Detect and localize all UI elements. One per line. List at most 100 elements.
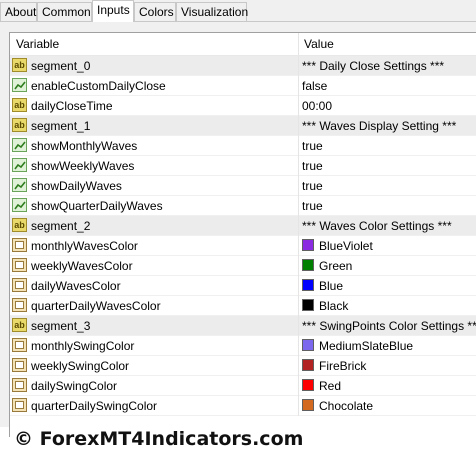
- column-divider: [298, 56, 299, 76]
- ab-icon: ab: [12, 98, 27, 112]
- column-divider: [298, 316, 299, 336]
- column-header-variable[interactable]: Variable: [16, 37, 59, 51]
- table-row[interactable]: ab segment_2 *** Waves Color Settings ***: [10, 216, 476, 236]
- row-value[interactable]: true: [302, 159, 323, 173]
- tab-inputs[interactable]: Inputs: [92, 0, 134, 22]
- color-icon: [12, 298, 27, 312]
- color-icon: [12, 378, 27, 392]
- column-divider: [298, 136, 299, 156]
- column-divider: [298, 336, 299, 356]
- column-divider: [298, 116, 299, 136]
- column-divider: [298, 76, 299, 96]
- color-icon: [12, 398, 27, 412]
- row-value[interactable]: false: [302, 79, 327, 93]
- row-variable-name: weeklyWavesColor: [31, 259, 133, 273]
- tab-bar: About Common Inputs Colors Visualization: [0, 0, 476, 22]
- row-value[interactable]: *** Waves Display Setting ***: [302, 119, 456, 133]
- row-variable-name: dailySwingColor: [31, 379, 118, 393]
- ab-icon: ab: [12, 318, 27, 332]
- row-value[interactable]: *** Waves Color Settings ***: [302, 219, 452, 233]
- color-swatch[interactable]: [302, 379, 314, 391]
- column-divider: [298, 96, 299, 116]
- row-variable-name: showWeeklyWaves: [31, 159, 135, 173]
- watermark: © ForexMT4Indicators.com: [14, 428, 304, 450]
- row-variable-name: showQuarterDailyWaves: [31, 199, 163, 213]
- table-header: Variable Value: [10, 33, 476, 56]
- row-value[interactable]: Red: [319, 379, 341, 393]
- table-row[interactable]: enableCustomDailyClose false: [10, 76, 476, 96]
- column-separator[interactable]: [298, 33, 299, 55]
- row-variable-name: monthlyWavesColor: [31, 239, 138, 253]
- bool-icon: [12, 158, 27, 172]
- column-divider: [298, 356, 299, 376]
- row-value[interactable]: *** SwingPoints Color Settings ***: [302, 319, 476, 333]
- row-value[interactable]: BlueViolet: [319, 239, 373, 253]
- color-icon: [12, 258, 27, 272]
- column-divider: [298, 236, 299, 256]
- row-value[interactable]: FireBrick: [319, 359, 366, 373]
- row-variable-name: enableCustomDailyClose: [31, 79, 166, 93]
- color-swatch[interactable]: [302, 239, 314, 251]
- table-row[interactable]: showDailyWaves true: [10, 176, 476, 196]
- row-value[interactable]: true: [302, 199, 323, 213]
- tab-about[interactable]: About: [0, 2, 37, 21]
- ab-icon: ab: [12, 218, 27, 232]
- bool-icon: [12, 138, 27, 152]
- column-divider: [298, 296, 299, 316]
- table-row[interactable]: monthlyWavesColor BlueViolet: [10, 236, 476, 256]
- row-value[interactable]: true: [302, 139, 323, 153]
- ab-icon: ab: [12, 118, 27, 132]
- color-swatch[interactable]: [302, 259, 314, 271]
- table-row[interactable]: showQuarterDailyWaves true: [10, 196, 476, 216]
- row-value[interactable]: Blue: [319, 279, 343, 293]
- bool-icon: [12, 178, 27, 192]
- color-swatch[interactable]: [302, 339, 314, 351]
- row-value[interactable]: 00:00: [302, 99, 332, 113]
- table-row[interactable]: ab segment_0 *** Daily Close Settings ***: [10, 56, 476, 76]
- row-variable-name: dailyCloseTime: [31, 99, 113, 113]
- table-row[interactable]: monthlySwingColor MediumSlateBlue: [10, 336, 476, 356]
- tab-visualization[interactable]: Visualization: [176, 2, 248, 21]
- table-row[interactable]: weeklySwingColor FireBrick: [10, 356, 476, 376]
- tab-colors[interactable]: Colors: [134, 2, 176, 21]
- inputs-table: Variable Value ab segment_0 *** Daily Clos…: [9, 32, 476, 437]
- table-row[interactable]: dailySwingColor Red: [10, 376, 476, 396]
- table-row[interactable]: weeklyWavesColor Green: [10, 256, 476, 276]
- row-value[interactable]: Green: [319, 259, 352, 273]
- bool-icon: [12, 198, 27, 212]
- table-row[interactable]: showWeeklyWaves true: [10, 156, 476, 176]
- color-swatch[interactable]: [302, 299, 314, 311]
- bool-icon: [12, 78, 27, 92]
- tab-common[interactable]: Common: [37, 2, 92, 21]
- row-variable-name: segment_1: [31, 119, 91, 133]
- table-row[interactable]: ab segment_1 *** Waves Display Setting ***: [10, 116, 476, 136]
- table-row[interactable]: ab segment_3 *** SwingPoints Color Setting…: [10, 316, 476, 336]
- row-value[interactable]: Black: [319, 299, 348, 313]
- column-divider: [298, 176, 299, 196]
- column-header-value[interactable]: Value: [304, 37, 334, 51]
- table-row[interactable]: showMonthlyWaves true: [10, 136, 476, 156]
- column-divider: [298, 256, 299, 276]
- row-value[interactable]: true: [302, 179, 323, 193]
- row-value[interactable]: Chocolate: [319, 399, 373, 413]
- row-variable-name: segment_0: [31, 59, 91, 73]
- table-row[interactable]: quarterDailyWavesColor Black: [10, 296, 476, 316]
- color-icon: [12, 238, 27, 252]
- color-swatch[interactable]: [302, 359, 314, 371]
- row-variable-name: segment_2: [31, 219, 91, 233]
- color-swatch[interactable]: [302, 279, 314, 291]
- column-divider: [298, 216, 299, 236]
- row-variable-name: weeklySwingColor: [31, 359, 130, 373]
- row-value[interactable]: MediumSlateBlue: [319, 339, 413, 353]
- color-swatch[interactable]: [302, 399, 314, 411]
- table-row[interactable]: ab dailyCloseTime 00:00: [10, 96, 476, 116]
- row-variable-name: dailyWavesColor: [31, 279, 121, 293]
- column-divider: [298, 376, 299, 396]
- column-divider: [298, 396, 299, 416]
- table-row[interactable]: quarterDailySwingColor Chocolate: [10, 396, 476, 416]
- column-divider: [298, 276, 299, 296]
- row-variable-name: quarterDailyWavesColor: [31, 299, 161, 313]
- row-value[interactable]: *** Daily Close Settings ***: [302, 59, 444, 73]
- table-row[interactable]: dailyWavesColor Blue: [10, 276, 476, 296]
- color-icon: [12, 278, 27, 292]
